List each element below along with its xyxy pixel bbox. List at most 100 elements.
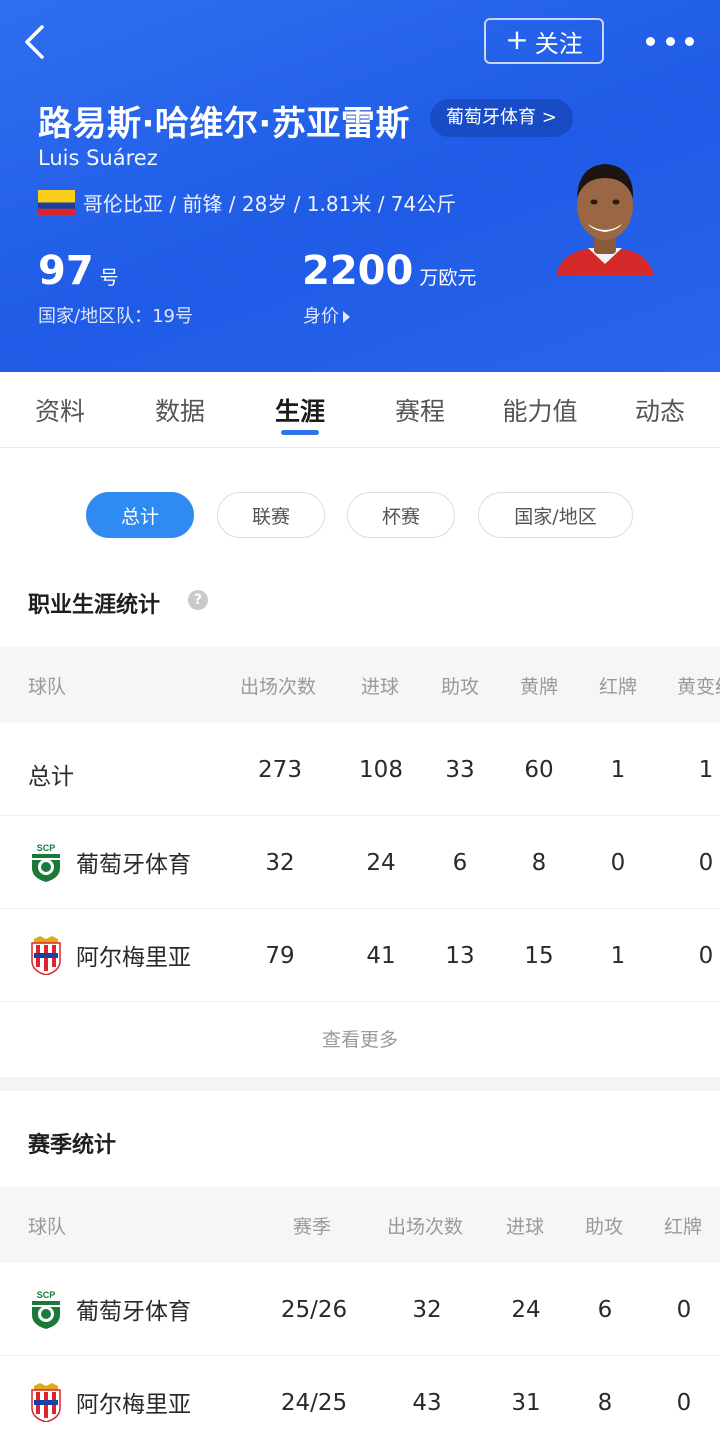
table-row[interactable]: SCP 葡萄牙体育 25/26 32 24 6 0 xyxy=(0,1263,720,1356)
red-value: 0 xyxy=(676,1390,692,1416)
assists-value: 13 xyxy=(445,943,475,969)
team-name: 阿尔梅里亚 xyxy=(76,945,191,971)
yellow-red-value: 0 xyxy=(698,850,714,876)
yellow-value: 60 xyxy=(524,757,554,783)
team-cell: 总计 xyxy=(28,757,74,791)
market-value-link[interactable]: 身价 xyxy=(303,302,350,328)
shirt-number: 97 xyxy=(38,248,94,294)
player-info: 哥伦比亚 / 前锋 / 28岁 / 1.81米 / 74公斤 xyxy=(38,188,456,216)
market-value-label: 身价 xyxy=(303,306,339,327)
team-name: 葡萄牙体育 xyxy=(76,1299,191,1325)
tab-schedule[interactable]: 赛程 xyxy=(360,392,480,428)
triangle-right-icon xyxy=(343,311,350,323)
table-row[interactable]: SCP 葡萄牙体育 32 24 6 8 0 0 xyxy=(0,816,720,909)
help-icon[interactable]: ? xyxy=(188,590,208,610)
table-header: 球队 出场次数 进球 助攻 黄牌 红牌 黄变红 xyxy=(0,647,720,723)
season-stats-table: 球队 赛季 出场次数 进球 助攻 红牌 SCP 葡萄牙体育 25/26 32 2… xyxy=(0,1187,720,1437)
almeria-badge-icon xyxy=(31,936,61,975)
plus-icon: + xyxy=(505,23,529,56)
goals-value: 24 xyxy=(511,1297,541,1323)
assists-value: 33 xyxy=(445,757,475,783)
col-yellow: 黄牌 xyxy=(520,676,559,698)
team-name: 葡萄牙体育 xyxy=(76,852,191,878)
table-row: 总计 273 108 33 60 1 1 xyxy=(0,723,720,816)
active-tab-indicator xyxy=(281,430,319,435)
filter-national[interactable]: 国家/地区 xyxy=(478,492,633,538)
career-stats-table: 球队 出场次数 进球 助攻 黄牌 红牌 黄变红 总计 273 108 33 60… xyxy=(0,647,720,1003)
back-arrow-icon[interactable] xyxy=(16,22,56,62)
filter-league[interactable]: 联赛 xyxy=(217,492,325,538)
goals-value: 31 xyxy=(511,1390,541,1416)
assists-value: 6 xyxy=(452,850,468,876)
apps-value: 273 xyxy=(258,757,302,783)
section-divider xyxy=(0,1077,720,1091)
yellow-value: 15 xyxy=(524,943,554,969)
club-link[interactable]: 葡萄牙体育 > xyxy=(430,99,573,137)
player-info-text: 哥伦比亚 / 前锋 / 28岁 / 1.81米 / 74公斤 xyxy=(83,191,457,216)
col-red: 红牌 xyxy=(599,676,638,698)
goals-value: 41 xyxy=(366,943,396,969)
season-value: 25/26 xyxy=(280,1297,348,1323)
more-options-icon[interactable] xyxy=(646,26,694,56)
season-stats-title: 赛季统计 xyxy=(28,1133,117,1158)
apps-value: 32 xyxy=(412,1297,442,1323)
table-row[interactable]: 阿尔梅里亚 24/25 43 31 8 0 xyxy=(0,1356,720,1437)
red-value: 1 xyxy=(610,757,626,783)
col-assists: 助攻 xyxy=(441,676,480,698)
player-avatar xyxy=(556,164,654,276)
career-stats-title: 职业生涯统计 xyxy=(28,593,161,618)
col-yellow-red: 黄变红 xyxy=(677,676,720,698)
svg-text:SCP: SCP xyxy=(37,1290,56,1300)
yellow-red-value: 0 xyxy=(698,943,714,969)
player-name: 路易斯·哈维尔·苏亚雷斯 xyxy=(38,104,410,144)
red-value: 0 xyxy=(676,1297,692,1323)
col-goals: 进球 xyxy=(361,676,400,698)
tab-ability[interactable]: 能力值 xyxy=(480,392,600,428)
table-row[interactable]: 阿尔梅里亚 79 41 13 15 1 0 xyxy=(0,909,720,1002)
col-red: 红牌 xyxy=(664,1216,703,1238)
yellow-value: 8 xyxy=(531,850,547,876)
yellow-red-value: 1 xyxy=(698,757,714,783)
team-cell: 阿尔梅里亚 xyxy=(28,1382,191,1422)
tab-career[interactable]: 生涯 xyxy=(240,392,360,428)
almeria-badge-icon xyxy=(31,1383,61,1422)
view-more-button[interactable]: 查看更多 xyxy=(0,1003,720,1077)
tab-data[interactable]: 数据 xyxy=(120,392,240,428)
col-apps: 出场次数 xyxy=(387,1216,464,1238)
assists-value: 8 xyxy=(597,1390,613,1416)
player-name-english: Luis Suárez xyxy=(38,146,158,170)
shirt-number-unit: 号 xyxy=(99,267,119,289)
colombia-flag-icon xyxy=(38,189,75,215)
team-name: 阿尔梅里亚 xyxy=(76,1392,191,1418)
tab-profile[interactable]: 资料 xyxy=(0,392,120,428)
tab-bar: 资料 数据 生涯 赛程 能力值 动态 xyxy=(0,372,720,448)
market-value-unit: 万欧元 xyxy=(419,267,477,289)
filter-total[interactable]: 总计 xyxy=(86,492,194,538)
filter-group: 总计 联赛 杯赛 国家/地区 xyxy=(0,492,720,540)
col-team: 球队 xyxy=(28,676,67,698)
shirt-number-block: 97 号 xyxy=(38,248,119,294)
apps-value: 32 xyxy=(265,850,295,876)
tab-news[interactable]: 动态 xyxy=(600,392,720,428)
player-header: + 关注 路易斯·哈维尔·苏亚雷斯 葡萄牙体育 > Luis Suárez 哥伦… xyxy=(0,0,720,372)
col-team: 球队 xyxy=(28,1216,67,1238)
table-header: 球队 赛季 出场次数 进球 助攻 红牌 xyxy=(0,1187,720,1263)
col-apps: 出场次数 xyxy=(240,676,317,698)
sporting-badge-icon: SCP xyxy=(32,843,60,882)
assists-value: 6 xyxy=(597,1297,613,1323)
team-name: 总计 xyxy=(28,764,74,790)
filter-cup[interactable]: 杯赛 xyxy=(347,492,455,538)
team-cell: SCP 葡萄牙体育 xyxy=(28,842,191,882)
col-goals: 进球 xyxy=(506,1216,545,1238)
goals-value: 24 xyxy=(366,850,396,876)
col-season: 赛季 xyxy=(293,1216,332,1238)
svg-text:SCP: SCP xyxy=(37,843,56,853)
red-value: 1 xyxy=(610,943,626,969)
market-value-block: 2200 万欧元 xyxy=(302,248,476,294)
team-cell: 阿尔梅里亚 xyxy=(28,935,191,975)
red-value: 0 xyxy=(610,850,626,876)
goals-value: 108 xyxy=(359,757,403,783)
follow-button[interactable]: + 关注 xyxy=(484,18,604,64)
follow-label: 关注 xyxy=(534,29,583,58)
team-cell: SCP 葡萄牙体育 xyxy=(28,1289,191,1329)
